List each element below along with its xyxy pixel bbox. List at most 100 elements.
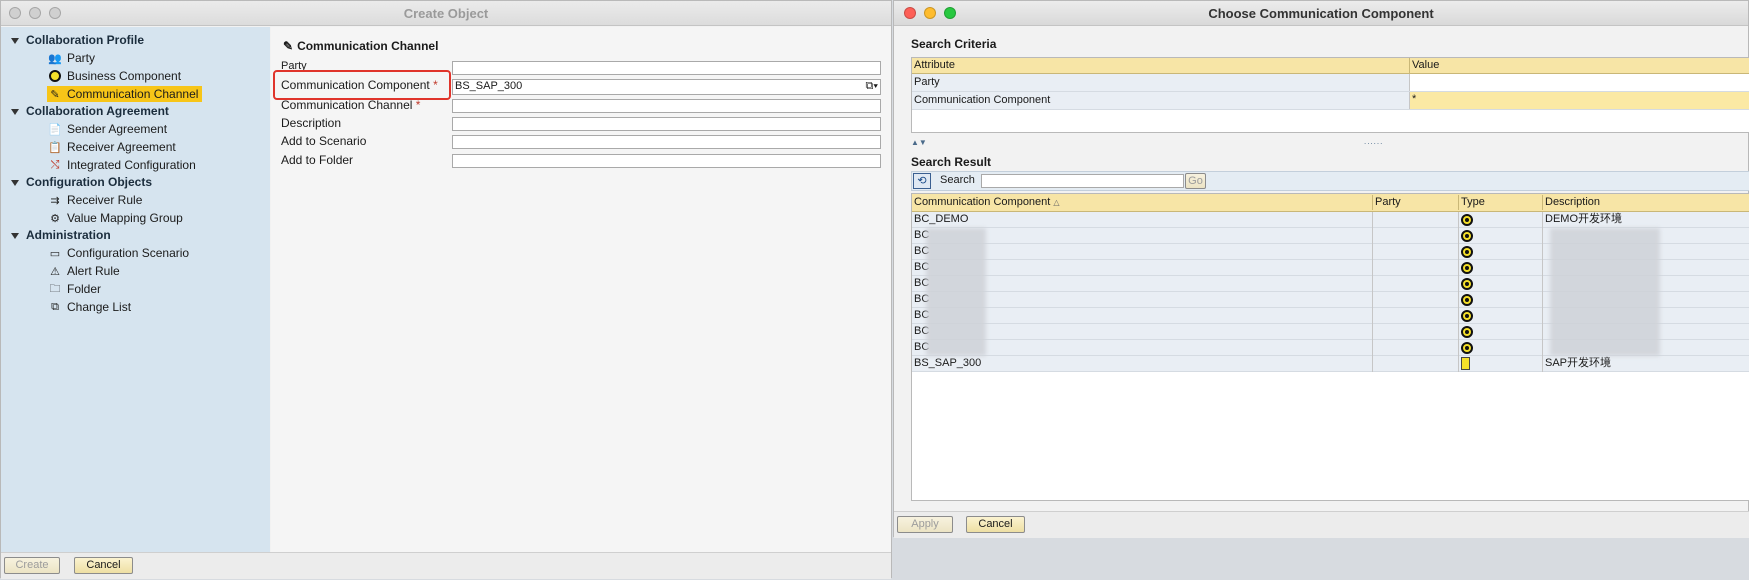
collapse-arrows-icon[interactable]: ▲▼ (911, 138, 927, 147)
create-object-footer: Create Cancel (1, 552, 891, 579)
tree-item-receiver-agreement[interactable]: 📋 Receiver Agreement (47, 139, 176, 155)
receiver-agreement-icon: 📋 (48, 141, 62, 154)
tree-item-folder[interactable]: 🗀 Folder (47, 281, 102, 297)
business-system-icon (1461, 357, 1470, 370)
receiver-rule-icon: ⇉ (50, 194, 60, 207)
tree-item-change-list[interactable]: ⧉ Change List (47, 299, 131, 315)
tree-item-sender-agreement[interactable]: 📄 Sender Agreement (47, 121, 167, 137)
apply-button[interactable]: Apply (897, 516, 953, 533)
search-input[interactable] (981, 174, 1184, 188)
tree-item-party[interactable]: 👥 Party (47, 50, 95, 66)
tree-item-business-component[interactable]: Business Component (47, 68, 181, 84)
communication-channel-label: Communication Channel * (281, 98, 421, 112)
expand-triangle-icon[interactable] (11, 179, 19, 186)
search-result-title: Search Result (911, 155, 992, 169)
choose-component-footer: Apply Cancel (894, 511, 1749, 538)
refresh-icon[interactable]: ⟲ (913, 173, 931, 189)
description-field[interactable] (452, 117, 881, 131)
business-component-icon (1461, 214, 1473, 226)
folder-icon: 🗀 (49, 282, 61, 295)
tree-item-communication-channel[interactable]: ✎ Communication Channel (47, 86, 203, 102)
criteria-row-party: Party (912, 74, 1749, 92)
tree-group-collaboration-agreement[interactable]: Collaboration Agreement (11, 104, 169, 118)
create-object-titlebar: Create Object (1, 1, 891, 26)
column-divider (1458, 212, 1459, 372)
search-result-toolbar: ⟲ Search Go (911, 171, 1749, 191)
business-component-icon (1461, 310, 1473, 322)
attribute-column-header: Attribute (914, 59, 955, 71)
tree-item-alert-rule[interactable]: ⚠ Alert Rule (47, 263, 120, 279)
redacted-region (1550, 228, 1660, 356)
communication-channel-icon: ✎ (283, 39, 294, 53)
change-list-icon: ⧉ (51, 300, 59, 313)
business-component-icon (47, 69, 63, 83)
communication-component-field[interactable]: BS_SAP_300 ⧉▾ (452, 79, 881, 95)
party-icon: 👥 (48, 52, 62, 65)
tree-group-administration[interactable]: Administration (11, 228, 111, 242)
criteria-header-row: Attribute Value (912, 58, 1749, 74)
search-criteria-title: Search Criteria (911, 37, 997, 51)
business-component-icon (1461, 230, 1473, 242)
business-component-icon (1461, 262, 1473, 274)
criteria-value-component[interactable]: * (1409, 92, 1749, 109)
table-row[interactable]: BC_DEMO DEMO开发环境 (912, 212, 1749, 228)
party-field[interactable] (452, 61, 881, 75)
configuration-scenario-icon: ▭ (49, 247, 61, 260)
add-to-scenario-field[interactable] (452, 135, 881, 149)
type-column-header[interactable]: Type (1458, 195, 1542, 210)
sender-agreement-icon: 📄 (48, 123, 62, 136)
value-help-icon[interactable]: ⧉▾ (866, 80, 878, 92)
expand-triangle-icon[interactable] (11, 37, 19, 44)
description-label: Description (281, 116, 342, 130)
tree-item-value-mapping-group[interactable]: ⚙ Value Mapping Group (47, 210, 183, 226)
column-divider (1372, 212, 1373, 372)
create-button[interactable]: Create (4, 557, 60, 574)
party-column-header[interactable]: Party (1372, 195, 1458, 210)
business-component-icon (1461, 326, 1473, 338)
component-column-header[interactable]: Communication Component △ (912, 195, 1372, 210)
search-result-table: Communication Component △ Party Type Des… (911, 193, 1749, 501)
communication-channel-icon: ✎ (50, 88, 60, 101)
tree-item-integrated-configuration[interactable]: ⤭ Integrated Configuration (47, 157, 196, 173)
tree-group-configuration-objects[interactable]: Configuration Objects (11, 175, 152, 189)
criteria-value-party[interactable] (1409, 74, 1749, 91)
communication-channel-field[interactable] (452, 99, 881, 113)
description-column-header[interactable]: Description (1542, 195, 1749, 210)
description-cell: DEMO开发环境 (1545, 213, 1622, 225)
expand-triangle-icon[interactable] (11, 232, 19, 239)
alert-rule-icon: ⚠ (50, 265, 60, 278)
create-object-window: Create Object Collaboration Profile 👥 Par… (0, 0, 892, 579)
splitter-handle[interactable]: ...... (1364, 137, 1383, 146)
value-mapping-group-icon: ⚙ (50, 212, 60, 225)
search-criteria-table: Attribute Value Party Communication Comp… (911, 57, 1749, 133)
choose-communication-component-window: Choose Communication Component Search Cr… (893, 0, 1749, 538)
tree-item-receiver-rule[interactable]: ⇉ Receiver Rule (47, 192, 142, 208)
column-divider (1542, 212, 1543, 372)
object-type-tree: Collaboration Profile 👥 Party Business Co… (1, 27, 270, 552)
create-object-form: ✎ Communication Channel Party Communicat… (271, 27, 891, 552)
search-label: Search (940, 174, 975, 186)
cancel-button[interactable]: Cancel (966, 516, 1025, 533)
cancel-button[interactable]: Cancel (74, 557, 133, 574)
sort-ascending-icon: △ (1053, 198, 1060, 207)
add-to-folder-label: Add to Folder (281, 153, 354, 167)
criteria-attribute: Party (914, 76, 940, 88)
table-row[interactable]: BS_SAP_300 SAP开发环境 (912, 356, 1749, 372)
expand-triangle-icon[interactable] (11, 108, 19, 115)
go-button[interactable]: Go (1185, 173, 1206, 189)
highlight-annotation (273, 70, 451, 100)
tree-group-collaboration-profile[interactable]: Collaboration Profile (11, 33, 144, 47)
criteria-row-component: Communication Component * (912, 92, 1749, 110)
add-to-scenario-label: Add to Scenario (281, 134, 367, 148)
choose-component-titlebar: Choose Communication Component (894, 1, 1748, 26)
business-component-icon (1461, 342, 1473, 354)
component-cell: BS_SAP_300 (914, 357, 982, 369)
value-column-header: Value (1409, 58, 1749, 73)
tree-item-configuration-scenario[interactable]: ▭ Configuration Scenario (47, 245, 189, 261)
window-title: Choose Communication Component (1208, 6, 1434, 21)
business-component-icon (1461, 246, 1473, 258)
component-cell: BC_DEMO (914, 213, 969, 225)
description-cell: SAP开发环境 (1545, 357, 1612, 369)
result-header-row: Communication Component △ Party Type Des… (912, 194, 1749, 212)
add-to-folder-field[interactable] (452, 154, 881, 168)
